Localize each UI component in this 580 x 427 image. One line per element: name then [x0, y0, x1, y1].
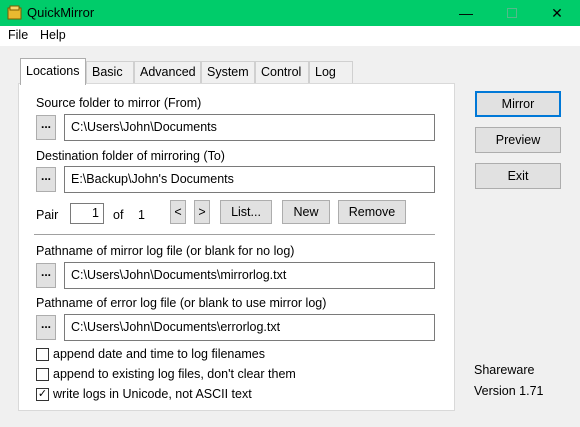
source-folder-label: Source folder to mirror (From): [36, 96, 202, 110]
destination-folder-input[interactable]: E:\Backup\John's Documents: [64, 166, 435, 193]
append-date-label: append date and time to log filenames: [53, 347, 265, 361]
source-folder-input[interactable]: C:\Users\John\Documents: [64, 114, 435, 141]
pair-total: 1: [138, 208, 145, 222]
mirror-log-input[interactable]: C:\Users\John\Documents\mirrorlog.txt: [64, 262, 435, 289]
pair-label: Pair: [36, 208, 59, 222]
previous-pair-button[interactable]: <: [170, 200, 186, 224]
list-button[interactable]: List...: [220, 200, 272, 224]
error-log-label: Pathname of error log file (or blank to …: [36, 296, 327, 310]
remove-pair-button[interactable]: Remove: [338, 200, 406, 224]
divider: [34, 234, 435, 235]
append-date-checkbox[interactable]: [36, 348, 49, 361]
checkmark-icon: ✓: [37, 388, 48, 400]
append-existing-checkbox[interactable]: [36, 368, 49, 381]
append-existing-label: append to existing log files, don't clea…: [53, 367, 296, 381]
error-log-browse-button[interactable]: ...: [36, 315, 56, 340]
new-pair-button[interactable]: New: [282, 200, 330, 224]
unicode-logs-checkbox[interactable]: ✓: [36, 388, 49, 401]
pair-number-input[interactable]: 1: [70, 203, 104, 224]
destination-folder-label: Destination folder of mirroring (To): [36, 149, 225, 163]
panel-content: Source folder to mirror (From) ... C:\Us…: [0, 0, 580, 427]
mirror-log-browse-button[interactable]: ...: [36, 263, 56, 288]
destination-browse-button[interactable]: ...: [36, 167, 56, 192]
mirror-log-label: Pathname of mirror log file (or blank fo…: [36, 244, 295, 258]
unicode-logs-label: write logs in Unicode, not ASCII text: [53, 387, 252, 401]
of-label: of: [113, 208, 124, 222]
source-browse-button[interactable]: ...: [36, 115, 56, 140]
next-pair-button[interactable]: >: [194, 200, 210, 224]
error-log-input[interactable]: C:\Users\John\Documents\errorlog.txt: [64, 314, 435, 341]
